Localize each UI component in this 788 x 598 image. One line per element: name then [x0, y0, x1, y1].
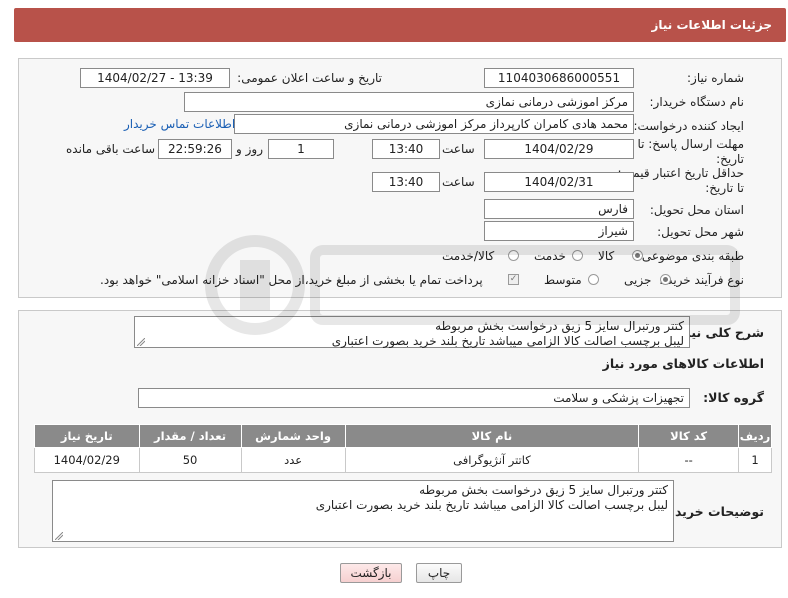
- requester-label: ایجاد کننده درخواست:: [633, 119, 744, 133]
- reply-deadline-date-field: 1404/02/29: [484, 139, 634, 159]
- treasury-payment-checkbox[interactable]: ✓: [508, 274, 519, 285]
- table-row: 1 -- کاتتر آنژیوگرافی عدد 50 1404/02/29: [34, 447, 772, 473]
- buyer-notes-textarea[interactable]: کتتر ورتبرال سایز 5 زیق درخواست بخش مربو…: [52, 480, 674, 542]
- delivery-city-label: شهر محل تحویل:: [657, 225, 744, 239]
- category-radio-goods-service[interactable]: [508, 250, 519, 261]
- summary-line-1: کتتر ورتبرال سایز 5 زیق درخواست بخش مربو…: [435, 319, 684, 333]
- reply-deadline-label-line2: تاریخ:: [716, 152, 744, 166]
- price-validity-date-field: 1404/02/31: [484, 172, 634, 192]
- cell-quantity: 50: [138, 447, 242, 473]
- buyer-contact-link[interactable]: اطلاعات تماس خریدار: [124, 117, 235, 131]
- col-quantity: تعداد / مقدار: [138, 424, 242, 448]
- items-table-header-row: ردیف کد کالا نام کالا واحد شمارش تعداد /…: [34, 424, 772, 448]
- back-button[interactable]: بازگشت: [340, 563, 402, 583]
- requester-field: محمد هادی کامران کارپرداز مرکز اموزشی در…: [234, 114, 634, 134]
- process-radio-medium[interactable]: [588, 274, 599, 285]
- delivery-province-label: استان محل تحویل:: [649, 203, 744, 217]
- purchase-process-label: نوع فرآیند خرید :: [659, 273, 744, 287]
- process-option-medium: متوسط: [544, 273, 582, 287]
- cell-unit: عدد: [240, 447, 346, 473]
- days-remaining-field: 1: [268, 139, 334, 159]
- price-validity-label-line1: حداقل تاریخ اعتبار قیمت:: [617, 166, 744, 180]
- remaining-time-label: ساعت باقی مانده: [66, 142, 156, 156]
- delivery-province-field: فارس: [484, 199, 634, 219]
- page-title: جزئیات اطلاعات نیاز: [651, 18, 772, 32]
- buyer-org-label: نام دستگاه خریدار:: [649, 95, 745, 109]
- announce-datetime-field: 1404/02/27 - 13:39: [80, 68, 230, 88]
- resize-handle-icon[interactable]: [137, 338, 145, 346]
- print-button[interactable]: چاپ: [416, 563, 462, 583]
- col-item-name: نام کالا: [344, 424, 640, 448]
- buyer-notes-label: توضیحات خریدار:: [658, 504, 764, 519]
- days-label: روز و: [236, 142, 263, 156]
- category-option-goods: کالا: [598, 249, 615, 263]
- announce-datetime-label: تاریخ و ساعت اعلان عمومی:: [237, 71, 382, 85]
- col-unit: واحد شمارش: [240, 424, 346, 448]
- summary-line-2: لیبل برچسب اصالت کالا الزامی میباشد تاری…: [331, 334, 684, 348]
- page-header: جزئیات اطلاعات نیاز: [14, 8, 786, 42]
- reply-deadline-label: مهلت ارسال پاسخ: تا تاریخ:: [637, 137, 744, 167]
- category-label: طبقه بندی موضوعی:: [637, 249, 744, 263]
- summary-textarea[interactable]: کتتر ورتبرال سایز 5 زیق درخواست بخش مربو…: [134, 316, 690, 348]
- buyer-notes-line-1: کتتر ورتبرال سایز 5 زیق درخواست بخش مربو…: [419, 483, 668, 497]
- resize-handle-icon[interactable]: [55, 532, 63, 540]
- col-row-number: ردیف: [738, 424, 772, 448]
- items-table: ردیف کد کالا نام کالا واحد شمارش تعداد /…: [34, 424, 772, 473]
- price-validity-time-field: 13:40: [372, 172, 440, 192]
- process-option-minor: جزیی: [624, 273, 652, 287]
- need-number-label: شماره نیاز:: [687, 71, 744, 85]
- reply-deadline-time-label: ساعت: [442, 142, 475, 156]
- reply-deadline-time-field: 13:40: [372, 139, 440, 159]
- treasury-payment-note: پرداخت تمام یا بخشی از مبلغ خرید،از محل …: [100, 273, 483, 287]
- cell-item-name: کاتتر آنژیوگرافی: [344, 447, 640, 473]
- cell-need-date: 1404/02/29: [34, 447, 140, 473]
- price-validity-label: حداقل تاریخ اعتبار قیمت: تا تاریخ:: [617, 166, 744, 196]
- cell-row-number: 1: [738, 447, 772, 473]
- category-radio-service[interactable]: [572, 250, 583, 261]
- price-validity-label-line2: تا تاریخ:: [705, 181, 744, 195]
- goods-group-field: تجهیزات پزشکی و سلامت: [138, 388, 690, 408]
- process-radio-minor[interactable]: [660, 274, 671, 285]
- goods-group-label: گروه کالا:: [703, 390, 764, 405]
- reply-deadline-label-line1: مهلت ارسال پاسخ: تا: [637, 137, 744, 151]
- price-validity-time-label: ساعت: [442, 175, 475, 189]
- items-section-title: اطلاعات کالاهای مورد نیاز: [602, 356, 764, 371]
- buyer-notes-line-2: لیبل برچسب اصالت کالا الزامی میباشد تاری…: [315, 498, 668, 512]
- category-radio-goods[interactable]: [632, 250, 643, 261]
- col-need-date: تاریخ نیاز: [34, 424, 140, 448]
- cell-item-code: --: [638, 447, 740, 473]
- category-option-service: خدمت: [534, 249, 566, 263]
- buyer-org-field: مرکز اموزشی درمانی نمازی: [184, 92, 634, 112]
- category-option-goods-service: کالا/خدمت: [442, 249, 495, 263]
- col-item-code: کد کالا: [638, 424, 740, 448]
- need-number-field: 1104030686000551: [484, 68, 634, 88]
- delivery-city-field: شیراز: [484, 221, 634, 241]
- remaining-time-field: 22:59:26: [158, 139, 232, 159]
